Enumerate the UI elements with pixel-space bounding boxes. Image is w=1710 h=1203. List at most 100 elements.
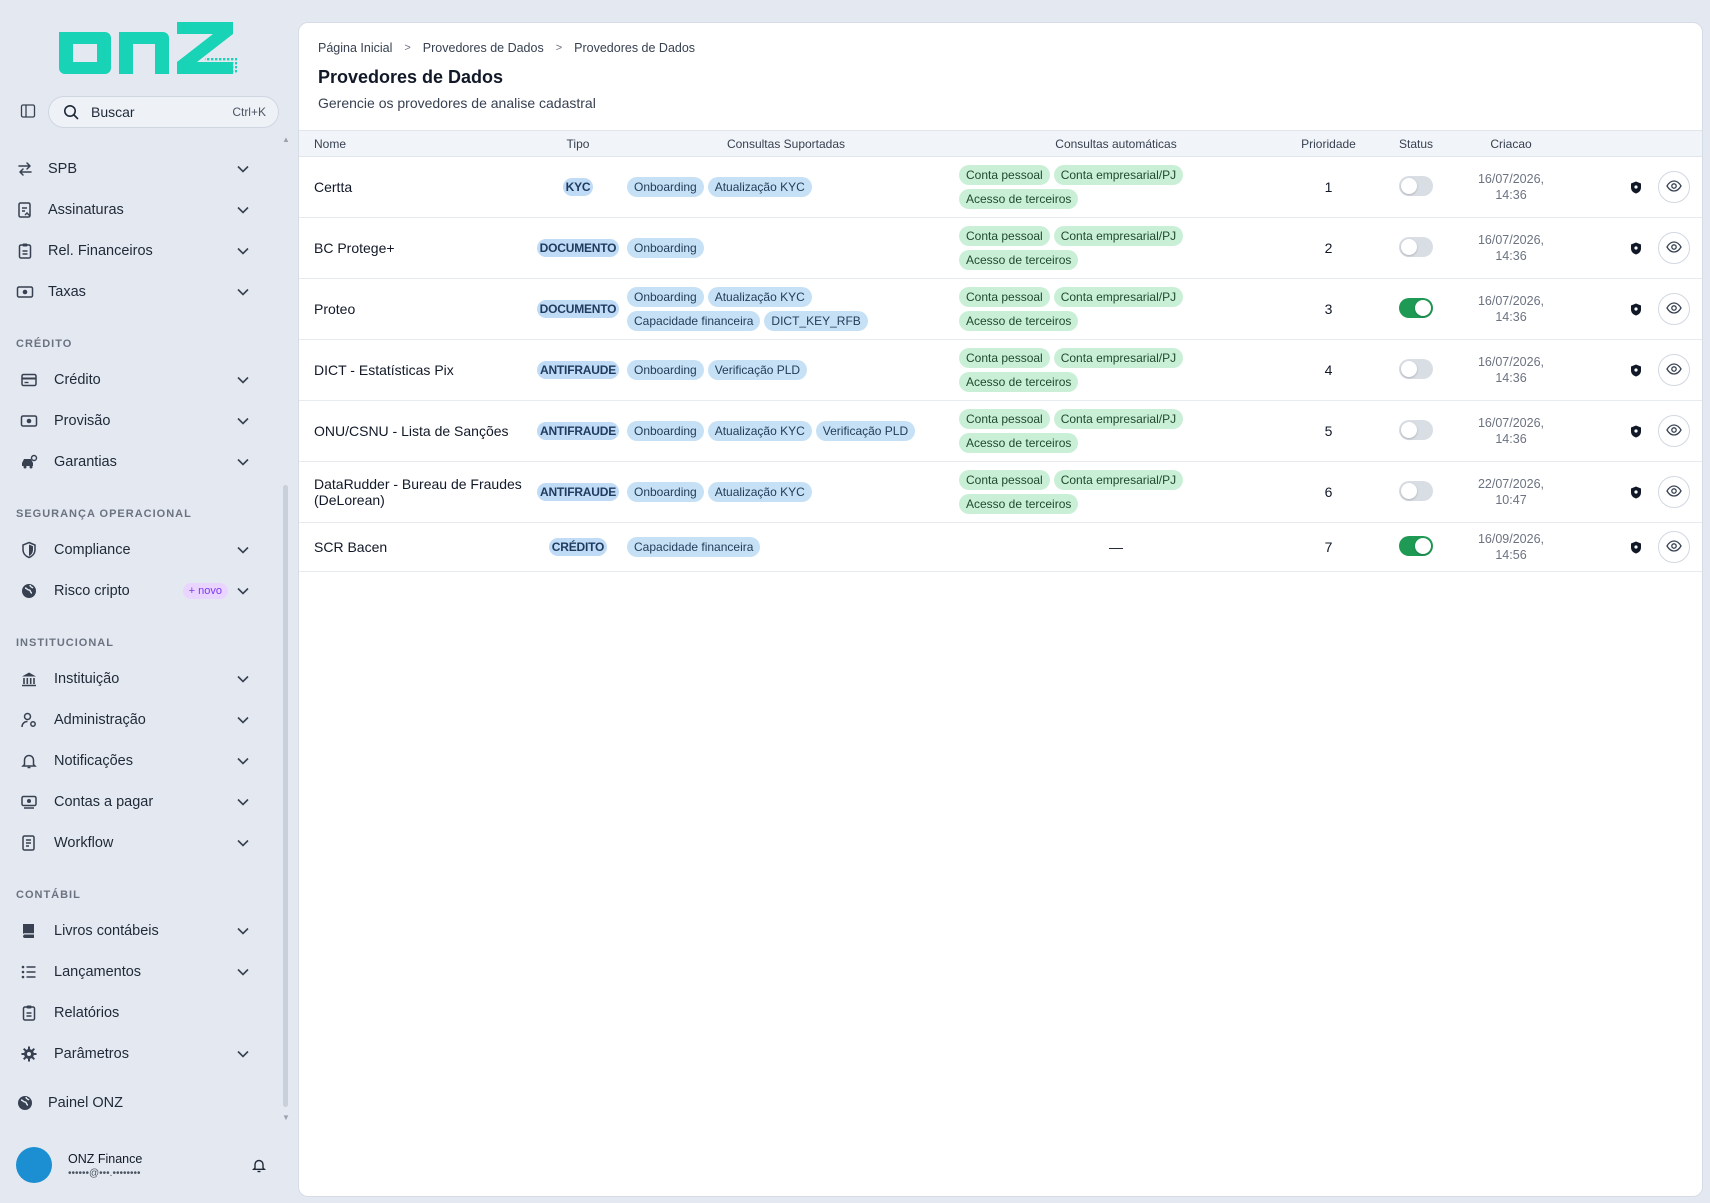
shield-icon[interactable] <box>1625 420 1647 442</box>
supported-query-chip: Onboarding <box>627 287 704 307</box>
status-toggle[interactable] <box>1399 236 1433 257</box>
toggle-knob <box>1401 177 1417 194</box>
sidebar-item-rel-financeiros[interactable]: Rel. Financeiros <box>14 233 272 269</box>
sidebar-item-contas-a-pagar[interactable]: Contas a pagar <box>14 784 272 820</box>
sidebar-item-compliance[interactable]: Compliance <box>14 532 272 568</box>
table-row[interactable]: DataRudder - Bureau de Fraudes (DeLorean… <box>299 461 1702 523</box>
table-row[interactable]: Proteo DOCUMENTO Onboarding Atualização KYC… <box>299 278 1702 340</box>
automatic-query-chip: Conta empresarial/PJ <box>1053 470 1184 490</box>
sidebar-toggle-button[interactable] <box>17 101 39 121</box>
provider-name: DICT - Estatísticas Pix <box>314 362 454 378</box>
view-button[interactable] <box>1658 293 1690 325</box>
eye-icon <box>1666 423 1682 439</box>
type-badge: ANTIFRAUDE <box>537 483 619 501</box>
column-header-supported[interactable]: Consultas Suportadas <box>621 130 951 157</box>
sidebar-item-provisao[interactable]: Provisão <box>14 403 272 439</box>
priority-cell: 7 <box>1281 522 1376 572</box>
sidebar-item-notificacoes[interactable]: Notificações <box>14 743 272 779</box>
view-button[interactable] <box>1658 171 1690 203</box>
onz-logo[interactable] <box>55 18 237 78</box>
automatic-query-chip: Acesso de terceiros <box>959 372 1079 392</box>
shield-icon[interactable] <box>1625 359 1647 381</box>
sidebar-item-risco-cripto[interactable]: Risco cripto + novo <box>14 573 272 609</box>
supported-query-chip: Atualização KYC <box>707 482 812 502</box>
column-header-name[interactable]: Nome <box>299 130 535 157</box>
search-input[interactable]: Buscar Ctrl+K <box>48 96 279 128</box>
created-date-line: 16/07/2026, <box>1477 172 1545 186</box>
chevron-down-icon <box>234 834 252 852</box>
breadcrumb-home-link[interactable]: Página Inicial <box>318 41 392 55</box>
row-actions <box>1566 415 1702 447</box>
view-button[interactable] <box>1658 354 1690 386</box>
column-header-status[interactable]: Status <box>1376 130 1456 157</box>
view-button[interactable] <box>1658 232 1690 264</box>
sidebar-item-administracao[interactable]: Administração <box>14 702 272 738</box>
supported-query-chip: Onboarding <box>627 177 704 197</box>
shield-icon[interactable] <box>1625 298 1647 320</box>
sidebar-item-parametros[interactable]: Parâmetros <box>14 1036 272 1072</box>
scroll-down-arrow[interactable]: ▼ <box>282 1113 290 1122</box>
created-time-line: 14:36 <box>1495 310 1527 324</box>
chevron-right-icon: > <box>555 42 563 54</box>
column-header-created[interactable]: Criacao <box>1456 130 1566 157</box>
status-toggle[interactable] <box>1399 297 1433 318</box>
sidebar-item-garantias[interactable]: Garantias <box>14 444 272 480</box>
created-date-line: 16/07/2026, <box>1477 294 1545 308</box>
provider-name: BC Protege+ <box>314 240 395 256</box>
shield-icon[interactable] <box>1625 237 1647 259</box>
shield-icon[interactable] <box>1625 481 1647 503</box>
breadcrumb-providers-link[interactable]: Provedores de Dados <box>423 41 544 55</box>
status-toggle[interactable] <box>1399 175 1433 196</box>
sidebar-item-taxas[interactable]: Taxas <box>14 274 272 310</box>
table-row[interactable]: BC Protege+ DOCUMENTO Onboarding Conta pess… <box>299 217 1702 279</box>
sidebar-item-lancamentos[interactable]: Lançamentos <box>14 954 272 990</box>
sidebar-item-label: Risco cripto <box>54 583 130 599</box>
table-row[interactable]: SCR Bacen CRÉDITO Capacidade financeira — 7 1… <box>299 522 1702 572</box>
page-subtitle: Gerencie os provedores de analise cadast… <box>318 95 596 111</box>
automatic-queries-cell: Conta pessoal Conta empresarial/PJ Acesso … <box>951 461 1281 523</box>
column-header-priority[interactable]: Prioridade <box>1281 130 1376 157</box>
bell-icon[interactable] <box>250 1156 268 1174</box>
status-toggle[interactable] <box>1399 480 1433 501</box>
view-button[interactable] <box>1658 531 1690 563</box>
sidebar-item-label: Garantias <box>54 454 117 470</box>
sidebar-item-livros-contabeis[interactable]: Livros contábeis <box>14 913 272 949</box>
created-time-line: 14:36 <box>1495 249 1527 263</box>
shield-icon[interactable] <box>1625 536 1647 558</box>
created-cell: 16/07/2026, 14:36 <box>1456 156 1566 218</box>
sidebar-item-assinaturas[interactable]: Assinaturas <box>14 192 272 228</box>
avatar[interactable] <box>16 1147 52 1183</box>
automatic-chips: Conta pessoal Conta empresarial/PJ Acesso … <box>951 226 1281 270</box>
shield-icon[interactable] <box>1625 176 1647 198</box>
sidebar-item-workflow[interactable]: Workflow <box>14 825 272 861</box>
status-cell <box>1376 278 1456 340</box>
priority-cell: 6 <box>1281 461 1376 523</box>
status-toggle[interactable] <box>1399 535 1433 556</box>
automatic-queries-cell: Conta pessoal Conta empresarial/PJ Acesso … <box>951 278 1281 340</box>
status-toggle[interactable] <box>1399 358 1433 379</box>
sidebar-item-relatorios[interactable]: Relatórios <box>14 995 272 1031</box>
sidebar-item-label: Livros contábeis <box>54 923 159 939</box>
table-row[interactable]: Certta KYC Onboarding Atualização KYC Conta … <box>299 156 1702 218</box>
chevron-down-icon <box>234 453 252 471</box>
status-toggle[interactable] <box>1399 419 1433 440</box>
sidebar-item-credito[interactable]: Crédito <box>14 362 272 398</box>
created-cell: 16/07/2026, 14:36 <box>1456 217 1566 279</box>
view-button[interactable] <box>1658 415 1690 447</box>
sidebar-item-spb[interactable]: SPB <box>14 151 272 187</box>
chevron-down-icon <box>234 1045 252 1063</box>
sidebar-item-painel-onz[interactable]: Painel ONZ <box>14 1085 272 1121</box>
priority-value: 6 <box>1324 484 1333 500</box>
sidebar-item-instituicao[interactable]: Instituição <box>14 661 272 697</box>
view-button[interactable] <box>1658 476 1690 508</box>
table-row[interactable]: DICT - Estatísticas Pix ANTIFRAUDE Onboard… <box>299 339 1702 401</box>
table-row[interactable]: ONU/CSNU - Lista de Sanções ANTIFRAUDE Onb… <box>299 400 1702 462</box>
column-header-type[interactable]: Tipo <box>535 130 621 157</box>
column-header-automatic[interactable]: Consultas automáticas <box>951 130 1281 157</box>
automatic-chips: Conta pessoal Conta empresarial/PJ Acesso … <box>951 165 1281 209</box>
user-profile[interactable]: ONZ Finance ••••••@•••.•••••••• <box>16 1147 276 1183</box>
priority-value: 7 <box>1324 539 1333 555</box>
search-icon <box>64 105 79 120</box>
sidebar-scrollbar[interactable] <box>283 485 288 1107</box>
scroll-up-arrow[interactable]: ▲ <box>282 135 290 144</box>
